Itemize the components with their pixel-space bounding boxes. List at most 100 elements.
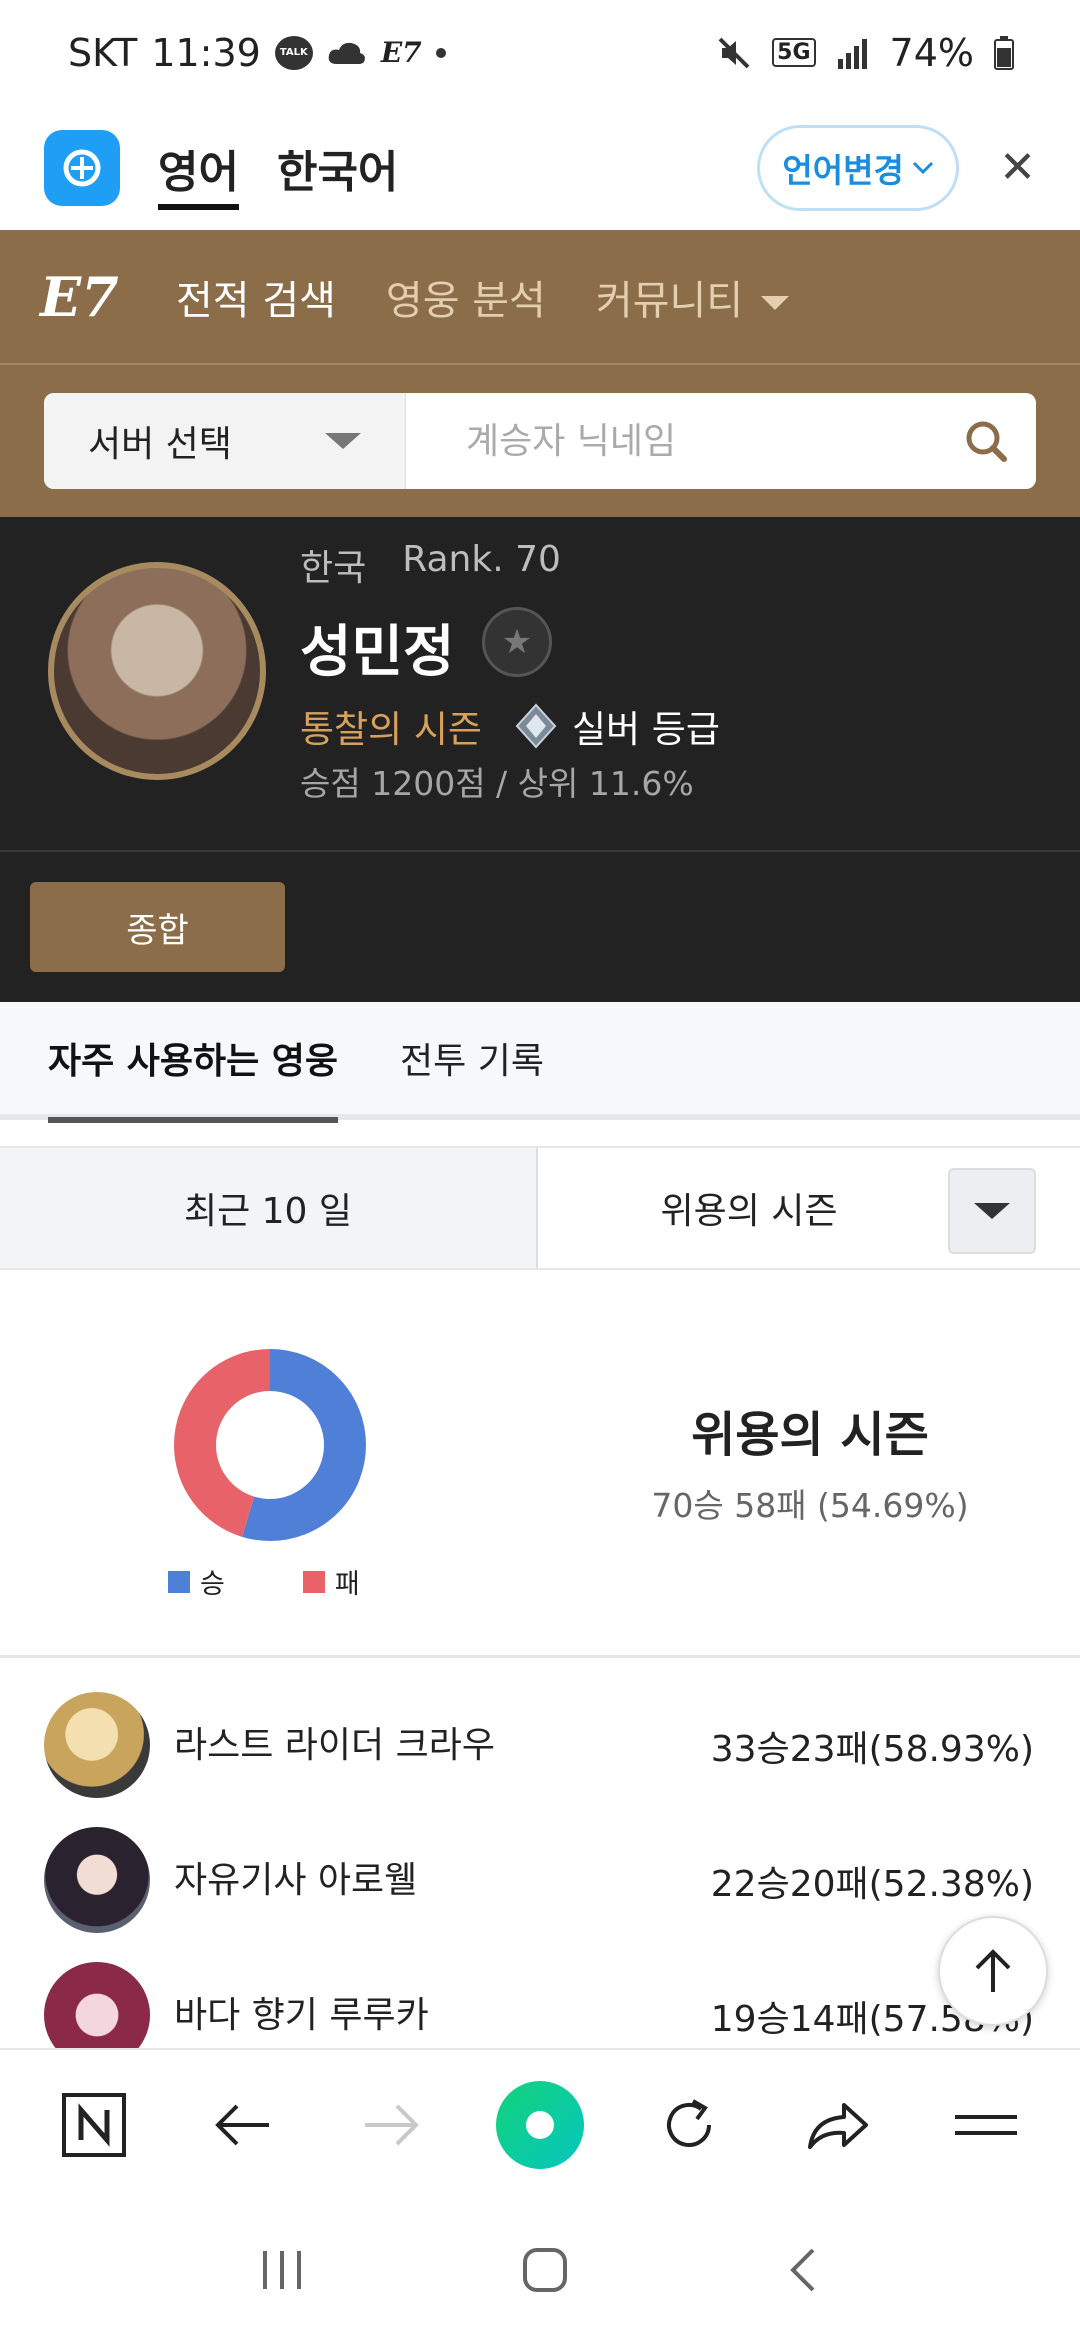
season-select[interactable]: 위용의 시즌 xyxy=(538,1148,1080,1268)
naver-home-button[interactable] xyxy=(44,2075,144,2175)
hero-row[interactable]: 라스트 라이더 크라우 33승23패(58.93%) xyxy=(0,1680,1080,1800)
share-icon xyxy=(808,2103,869,2149)
hero-avatar xyxy=(44,1962,150,2048)
current-season: 통찰의 시즌 xyxy=(300,708,482,751)
nickname-search-input[interactable] xyxy=(406,393,936,489)
player-avatar xyxy=(48,562,266,780)
nav-record-search[interactable]: 전적 검색 xyxy=(176,268,336,326)
legend-loss-label: 패 xyxy=(334,1569,360,1600)
tab-korean[interactable]: 한국어 xyxy=(277,105,398,230)
browser-toolbar xyxy=(0,2048,1080,2200)
green-dot-icon xyxy=(495,2081,584,2169)
green-dot-button[interactable] xyxy=(490,2075,590,2175)
epic-seven-notification-icon: E7 xyxy=(380,36,422,69)
arrow-up-icon xyxy=(975,1949,1011,1992)
summary-button[interactable]: 종합 xyxy=(30,882,285,972)
e7-logo-icon[interactable]: E7 xyxy=(40,254,126,340)
recent-apps-icon[interactable] xyxy=(257,2247,307,2293)
close-translate-button[interactable]: ✕ xyxy=(999,142,1036,193)
server-select-label: 서버 선택 xyxy=(88,424,232,465)
arrow-right-icon xyxy=(365,2104,420,2146)
player-grade: 실버 등급 xyxy=(571,708,720,751)
chart-legend: 승 패 xyxy=(168,1562,360,1601)
scroll-to-top-button[interactable] xyxy=(938,1916,1048,2026)
win-loss-chart-area: 승 패 위용의 시즌 70승 58패 (54.69%) xyxy=(0,1270,1080,1658)
menu-button[interactable] xyxy=(936,2075,1036,2175)
cloud-icon xyxy=(328,42,365,64)
status-bar: SKT 11:39 TALK E7 5G 74% xyxy=(0,0,1080,105)
legend-win-label: 승 xyxy=(200,1569,225,1600)
legend-win-swatch xyxy=(168,1570,190,1593)
tab-battle-record[interactable]: 전투 기록 xyxy=(400,999,544,1117)
season-grade-line: 통찰의 시즌 실버 등급 xyxy=(300,699,720,753)
hero-avatar xyxy=(44,1827,150,1933)
region-rank-line: 한국 Rank. 70 xyxy=(300,539,561,591)
mute-icon xyxy=(718,37,750,68)
clock: 11:39 xyxy=(151,30,261,75)
hero-name: 바다 향기 루루카 xyxy=(174,1995,429,2036)
android-navigation-bar xyxy=(0,2200,1080,2340)
reload-icon xyxy=(666,2099,711,2147)
triangle-down-icon xyxy=(974,1203,1010,1219)
nav-community[interactable]: 커뮤니티 xyxy=(595,268,790,326)
recent-days-button[interactable]: 최근 10 일 xyxy=(0,1148,538,1268)
hero-name: 라스트 라이더 크라우 xyxy=(174,1725,495,1766)
back-button[interactable] xyxy=(193,2075,293,2175)
star-icon: ★ xyxy=(501,622,533,662)
back-icon[interactable] xyxy=(783,2245,823,2295)
home-icon[interactable] xyxy=(520,2245,570,2295)
menu-icon xyxy=(954,2115,1017,2135)
legend-win: 승 xyxy=(168,1562,225,1601)
silver-grade-icon xyxy=(515,703,557,749)
season-summary-title: 위용의 시즌 xyxy=(691,1407,929,1463)
reload-button[interactable] xyxy=(639,2075,739,2175)
server-select[interactable]: 서버 선택 xyxy=(44,393,406,489)
summary-area: 종합 xyxy=(0,852,1080,1002)
season-summary: 위용의 시즌 70승 58패 (54.69%) xyxy=(600,1395,1020,1527)
favorite-star-button[interactable]: ★ xyxy=(482,607,552,677)
player-region: 한국 xyxy=(300,548,367,589)
nav-community-label: 커뮤니티 xyxy=(595,277,744,324)
signal-icon xyxy=(837,38,867,69)
arrow-left-icon xyxy=(215,2104,269,2146)
sub-tabs: 자주 사용하는 영웅 전투 기록 xyxy=(0,999,1080,1123)
win-loss-donut-chart xyxy=(174,1349,366,1541)
translate-bar: 영어 한국어 언어변경 ✕ xyxy=(0,105,1080,230)
tab-english[interactable]: 영어 xyxy=(158,105,239,230)
chevron-down-icon xyxy=(912,161,933,174)
kakaotalk-icon: TALK xyxy=(274,35,313,70)
season-dropdown-button[interactable] xyxy=(948,1168,1036,1254)
search-area: 서버 선택 xyxy=(0,365,1080,517)
season-select-label: 위용의 시즌 xyxy=(660,1191,838,1232)
tab-frequent-heroes[interactable]: 자주 사용하는 영웅 xyxy=(48,999,339,1123)
battery-icon xyxy=(994,35,1014,70)
change-language-button[interactable]: 언어변경 xyxy=(757,124,960,211)
hero-record: 33승23패(58.93%) xyxy=(710,1729,1034,1770)
player-profile: 한국 Rank. 70 성민정 ★ 통찰의 시즌 실버 등급 승점 1200점 … xyxy=(0,517,1080,852)
nav-hero-analysis[interactable]: 영웅 분석 xyxy=(386,268,546,326)
forward-button[interactable] xyxy=(341,2075,441,2175)
hero-row[interactable]: 자유기사 아로웰 22승20패(52.38%) xyxy=(0,1815,1080,1935)
naver-n-icon xyxy=(62,2093,127,2157)
search-button[interactable] xyxy=(936,393,1036,489)
caret-down-icon xyxy=(761,295,790,310)
legend-loss-swatch xyxy=(302,1570,325,1593)
papago-logo-icon[interactable] xyxy=(44,129,120,206)
legend-loss: 패 xyxy=(302,1562,360,1601)
site-nav: E7 전적 검색 영웅 분석 커뮤니티 xyxy=(0,230,1080,365)
player-points: 승점 1200점 / 상위 11.6% xyxy=(300,764,694,803)
change-language-label: 언어변경 xyxy=(782,150,904,190)
player-rank: Rank. 70 xyxy=(402,539,561,580)
hero-name: 자유기사 아로웰 xyxy=(174,1860,418,1901)
more-notifications-icon xyxy=(435,47,446,58)
hero-avatar xyxy=(44,1692,150,1798)
battery-percent: 74% xyxy=(889,30,974,75)
season-summary-record: 70승 58패 (54.69%) xyxy=(651,1486,969,1525)
hero-row[interactable]: 바다 향기 루루카 19승14패(57.58%) xyxy=(0,1950,1080,2048)
share-button[interactable] xyxy=(787,2075,887,2175)
hero-list: 라스트 라이더 크라우 33승23패(58.93%) 자유기사 아로웰 22승2… xyxy=(0,1660,1080,2048)
search-icon xyxy=(966,421,1007,462)
network-type-label: 5G xyxy=(772,38,816,67)
period-selector: 최근 10 일 위용의 시즌 xyxy=(0,1146,1080,1270)
player-name: 성민정 xyxy=(300,620,455,685)
